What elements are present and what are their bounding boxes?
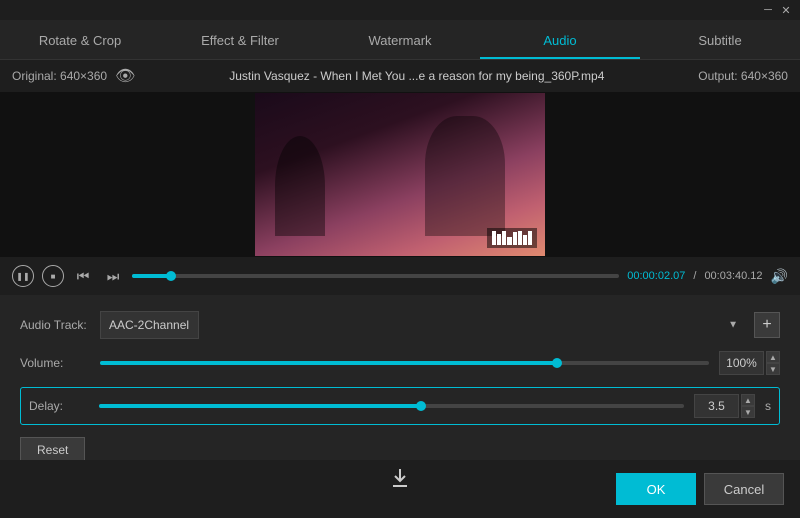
volume-value-container: 100% ▲ ▼ <box>719 351 780 375</box>
delay-unit: s <box>765 399 771 413</box>
prev-button[interactable]: ⏮ <box>72 265 94 287</box>
volume-slider[interactable] <box>100 361 709 365</box>
volume-down-button[interactable]: ▼ <box>766 363 780 375</box>
minimize-button[interactable]: ─ <box>762 4 774 16</box>
delay-up-button[interactable]: ▲ <box>741 394 755 406</box>
audio-track-row: Audio Track: AAC-2Channel ▼ + <box>20 311 780 339</box>
delay-value: 3.5 <box>694 394 739 418</box>
video-frame <box>255 93 545 256</box>
tab-rotate-crop[interactable]: Rotate & Crop <box>0 23 160 59</box>
output-resolution: Output: 640×360 <box>698 69 788 83</box>
delay-spinners: ▲ ▼ <box>741 394 755 418</box>
delay-row: Delay: 3.5 ▲ ▼ s <box>20 387 780 425</box>
audio-track-label: Audio Track: <box>20 318 90 332</box>
tab-watermark[interactable]: Watermark <box>320 23 480 59</box>
original-resolution: Original: 640×360 <box>12 69 107 83</box>
ok-button[interactable]: OK <box>616 473 696 505</box>
video-preview-area <box>0 92 800 257</box>
time-separator: / <box>693 270 696 282</box>
volume-spinners: ▲ ▼ <box>766 351 780 375</box>
cancel-button[interactable]: Cancel <box>704 473 784 505</box>
bottom-area: OK Cancel <box>0 460 800 518</box>
track-select-wrapper: AAC-2Channel ▼ <box>100 311 746 339</box>
download-arrow-icon <box>388 466 412 493</box>
volume-fill <box>100 361 557 365</box>
person-silhouette-2 <box>425 116 505 236</box>
volume-row: Volume: 100% ▲ ▼ <box>20 351 780 375</box>
volume-icon[interactable]: 🔊 <box>771 268 788 285</box>
volume-value: 100% <box>719 351 764 375</box>
close-button[interactable]: ✕ <box>780 4 792 16</box>
delay-down-button[interactable]: ▼ <box>741 406 755 418</box>
eye-icon[interactable]: 👁 <box>115 66 135 86</box>
tab-bar: Rotate & Crop Effect & Filter Watermark … <box>0 20 800 60</box>
filename-label: Justin Vasquez - When I Met You ...e a r… <box>229 69 604 83</box>
stop-button[interactable]: ■ <box>42 265 64 287</box>
next-button[interactable]: ⏭ <box>102 265 124 287</box>
select-arrow-icon: ▼ <box>728 320 738 331</box>
delay-label: Delay: <box>29 399 89 413</box>
progress-thumb <box>166 271 176 281</box>
progress-bar[interactable] <box>132 274 619 278</box>
track-select-container: AAC-2Channel ▼ + <box>100 311 780 339</box>
delay-thumb <box>416 401 426 411</box>
player-controls: ❚❚ ■ ⏮ ⏭ 00:00:02.07 / 00:03:40.12 🔊 <box>0 257 800 295</box>
info-bar: Original: 640×360 👁 Justin Vasquez - Whe… <box>0 60 800 92</box>
audio-track-select[interactable]: AAC-2Channel <box>100 311 199 339</box>
video-watermark <box>487 228 537 248</box>
tab-effect-filter[interactable]: Effect & Filter <box>160 23 320 59</box>
audio-panel: Audio Track: AAC-2Channel ▼ + Volume: 10… <box>0 295 800 475</box>
total-time: 00:03:40.12 <box>704 270 762 282</box>
pause-button[interactable]: ❚❚ <box>12 265 34 287</box>
current-time: 00:00:02.07 <box>627 270 685 282</box>
volume-label: Volume: <box>20 356 90 370</box>
title-bar: ─ ✕ <box>0 0 800 20</box>
add-track-button[interactable]: + <box>754 312 780 338</box>
delay-slider[interactable] <box>99 404 684 408</box>
volume-thumb <box>552 358 562 368</box>
tab-audio[interactable]: Audio <box>480 23 640 59</box>
person-silhouette-1 <box>275 136 325 236</box>
delay-value-container: 3.5 ▲ ▼ <box>694 394 755 418</box>
tab-subtitle[interactable]: Subtitle <box>640 23 800 59</box>
barcode-icon <box>492 231 532 245</box>
delay-fill <box>99 404 421 408</box>
volume-up-button[interactable]: ▲ <box>766 351 780 363</box>
